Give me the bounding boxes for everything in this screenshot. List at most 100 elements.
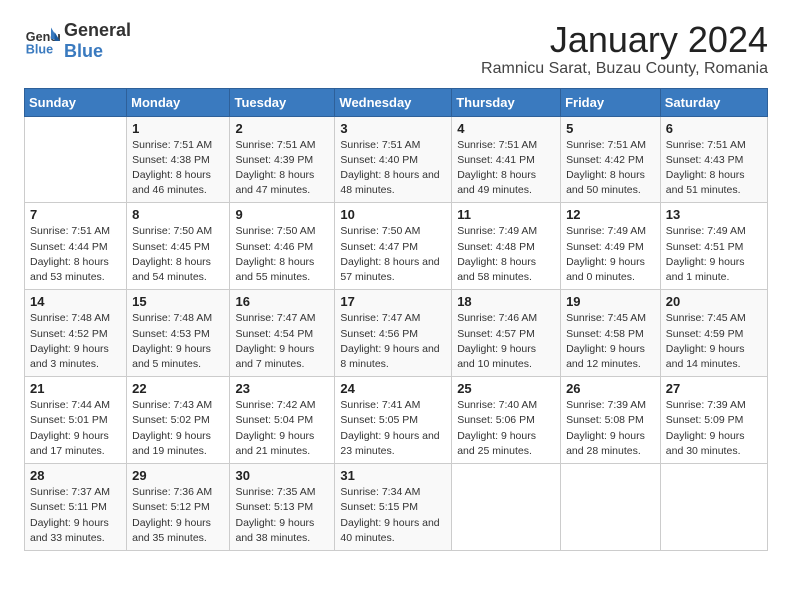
logo-general: General (64, 20, 131, 40)
day-info: Sunrise: 7:39 AMSunset: 5:09 PMDaylight:… (666, 398, 762, 459)
day-number: 6 (666, 121, 762, 136)
calendar-cell (25, 116, 127, 203)
calendar-cell: 28Sunrise: 7:37 AMSunset: 5:11 PMDayligh… (25, 464, 127, 551)
calendar-cell: 13 Sunrise: 7:49 AMSunset: 4:51 PMDayligh… (660, 203, 767, 290)
calendar-cell: 25Sunrise: 7:40 AMSunset: 5:06 PMDayligh… (452, 377, 561, 464)
day-number: 22 (132, 381, 224, 396)
calendar-cell: 27 Sunrise: 7:39 AMSunset: 5:09 PMDayligh… (660, 377, 767, 464)
day-number: 7 (30, 207, 121, 222)
day-info: Sunrise: 7:49 AMSunset: 4:48 PMDaylight:… (457, 224, 555, 285)
day-info: Sunrise: 7:49 AMSunset: 4:49 PMDaylight:… (566, 224, 655, 285)
logo-icon: General Blue (24, 23, 60, 59)
day-number: 16 (235, 294, 329, 309)
day-info: Sunrise: 7:41 AMSunset: 5:05 PMDaylight:… (340, 398, 446, 459)
day-number: 26 (566, 381, 655, 396)
day-info: Sunrise: 7:42 AMSunset: 5:04 PMDaylight:… (235, 398, 329, 459)
day-info: Sunrise: 7:51 AMSunset: 4:44 PMDaylight:… (30, 224, 121, 285)
day-number: 4 (457, 121, 555, 136)
calendar-cell: 16 Sunrise: 7:47 AMSunset: 4:54 PMDayligh… (230, 290, 335, 377)
week-row-5: 28Sunrise: 7:37 AMSunset: 5:11 PMDayligh… (25, 464, 768, 551)
calendar-cell: 8Sunrise: 7:50 AMSunset: 4:45 PMDaylight… (127, 203, 230, 290)
weekday-header-wednesday: Wednesday (335, 88, 452, 116)
day-info: Sunrise: 7:47 AMSunset: 4:56 PMDaylight:… (340, 311, 446, 372)
calendar-cell: 21Sunrise: 7:44 AMSunset: 5:01 PMDayligh… (25, 377, 127, 464)
day-info: Sunrise: 7:51 AMSunset: 4:38 PMDaylight:… (132, 138, 224, 199)
calendar-cell: 31Sunrise: 7:34 AMSunset: 5:15 PMDayligh… (335, 464, 452, 551)
calendar-cell: 20 Sunrise: 7:45 AMSunset: 4:59 PMDayligh… (660, 290, 767, 377)
day-info: Sunrise: 7:50 AMSunset: 4:46 PMDaylight:… (235, 224, 329, 285)
day-number: 1 (132, 121, 224, 136)
calendar-cell: 22 Sunrise: 7:43 AMSunset: 5:02 PMDayligh… (127, 377, 230, 464)
day-number: 8 (132, 207, 224, 222)
day-info: Sunrise: 7:51 AMSunset: 4:40 PMDaylight:… (340, 138, 446, 199)
calendar-cell: 5 Sunrise: 7:51 AMSunset: 4:42 PMDaylight… (561, 116, 661, 203)
weekday-header-sunday: Sunday (25, 88, 127, 116)
calendar-cell: 19Sunrise: 7:45 AMSunset: 4:58 PMDayligh… (561, 290, 661, 377)
week-row-3: 14Sunrise: 7:48 AMSunset: 4:52 PMDayligh… (25, 290, 768, 377)
weekday-header-saturday: Saturday (660, 88, 767, 116)
weekday-header-row: SundayMondayTuesdayWednesdayThursdayFrid… (25, 88, 768, 116)
day-number: 20 (666, 294, 762, 309)
day-number: 21 (30, 381, 121, 396)
calendar-cell: 10Sunrise: 7:50 AMSunset: 4:47 PMDayligh… (335, 203, 452, 290)
calendar-cell (660, 464, 767, 551)
calendar-cell: 26Sunrise: 7:39 AMSunset: 5:08 PMDayligh… (561, 377, 661, 464)
calendar-cell: 15 Sunrise: 7:48 AMSunset: 4:53 PMDayligh… (127, 290, 230, 377)
day-info: Sunrise: 7:51 AMSunset: 4:42 PMDaylight:… (566, 138, 655, 199)
day-info: Sunrise: 7:51 AMSunset: 4:43 PMDaylight:… (666, 138, 762, 199)
day-number: 14 (30, 294, 121, 309)
calendar-cell: 2 Sunrise: 7:51 AMSunset: 4:39 PMDaylight… (230, 116, 335, 203)
week-row-1: 1 Sunrise: 7:51 AMSunset: 4:38 PMDaylight… (25, 116, 768, 203)
main-title: January 2024 (481, 20, 768, 60)
calendar-cell: 1 Sunrise: 7:51 AMSunset: 4:38 PMDaylight… (127, 116, 230, 203)
calendar-cell: 3Sunrise: 7:51 AMSunset: 4:40 PMDaylight… (335, 116, 452, 203)
day-info: Sunrise: 7:48 AMSunset: 4:53 PMDaylight:… (132, 311, 224, 372)
calendar-cell: 14Sunrise: 7:48 AMSunset: 4:52 PMDayligh… (25, 290, 127, 377)
day-info: Sunrise: 7:34 AMSunset: 5:15 PMDaylight:… (340, 485, 446, 546)
day-info: Sunrise: 7:47 AMSunset: 4:54 PMDaylight:… (235, 311, 329, 372)
calendar-cell: 29 Sunrise: 7:36 AMSunset: 5:12 PMDayligh… (127, 464, 230, 551)
calendar-cell: 12 Sunrise: 7:49 AMSunset: 4:49 PMDayligh… (561, 203, 661, 290)
week-row-4: 21Sunrise: 7:44 AMSunset: 5:01 PMDayligh… (25, 377, 768, 464)
svg-text:Blue: Blue (26, 43, 53, 57)
header: General Blue General Blue January 2024 R… (24, 20, 768, 78)
day-info: Sunrise: 7:43 AMSunset: 5:02 PMDaylight:… (132, 398, 224, 459)
day-info: Sunrise: 7:37 AMSunset: 5:11 PMDaylight:… (30, 485, 121, 546)
calendar-table: SundayMondayTuesdayWednesdayThursdayFrid… (24, 88, 768, 551)
weekday-header-tuesday: Tuesday (230, 88, 335, 116)
calendar-cell: 7 Sunrise: 7:51 AMSunset: 4:44 PMDaylight… (25, 203, 127, 290)
day-info: Sunrise: 7:35 AMSunset: 5:13 PMDaylight:… (235, 485, 329, 546)
day-number: 19 (566, 294, 655, 309)
day-number: 5 (566, 121, 655, 136)
subtitle: Ramnicu Sarat, Buzau County, Romania (481, 60, 768, 78)
calendar-cell: 17 Sunrise: 7:47 AMSunset: 4:56 PMDayligh… (335, 290, 452, 377)
calendar-cell: 11Sunrise: 7:49 AMSunset: 4:48 PMDayligh… (452, 203, 561, 290)
day-info: Sunrise: 7:36 AMSunset: 5:12 PMDaylight:… (132, 485, 224, 546)
day-number: 2 (235, 121, 329, 136)
calendar-cell: 6 Sunrise: 7:51 AMSunset: 4:43 PMDaylight… (660, 116, 767, 203)
day-number: 29 (132, 468, 224, 483)
logo-blue: Blue (64, 41, 103, 61)
day-number: 18 (457, 294, 555, 309)
logo: General Blue General Blue (24, 20, 131, 62)
calendar-cell: 23 Sunrise: 7:42 AMSunset: 5:04 PMDayligh… (230, 377, 335, 464)
day-number: 24 (340, 381, 446, 396)
day-number: 15 (132, 294, 224, 309)
calendar-cell: 4 Sunrise: 7:51 AMSunset: 4:41 PMDaylight… (452, 116, 561, 203)
day-info: Sunrise: 7:50 AMSunset: 4:47 PMDaylight:… (340, 224, 446, 285)
day-info: Sunrise: 7:51 AMSunset: 4:39 PMDaylight:… (235, 138, 329, 199)
day-info: Sunrise: 7:51 AMSunset: 4:41 PMDaylight:… (457, 138, 555, 199)
day-number: 27 (666, 381, 762, 396)
day-number: 12 (566, 207, 655, 222)
day-info: Sunrise: 7:45 AMSunset: 4:59 PMDaylight:… (666, 311, 762, 372)
calendar-cell (452, 464, 561, 551)
week-row-2: 7 Sunrise: 7:51 AMSunset: 4:44 PMDaylight… (25, 203, 768, 290)
day-number: 23 (235, 381, 329, 396)
day-info: Sunrise: 7:40 AMSunset: 5:06 PMDaylight:… (457, 398, 555, 459)
weekday-header-monday: Monday (127, 88, 230, 116)
day-number: 13 (666, 207, 762, 222)
day-number: 17 (340, 294, 446, 309)
day-info: Sunrise: 7:49 AMSunset: 4:51 PMDaylight:… (666, 224, 762, 285)
weekday-header-thursday: Thursday (452, 88, 561, 116)
day-number: 30 (235, 468, 329, 483)
